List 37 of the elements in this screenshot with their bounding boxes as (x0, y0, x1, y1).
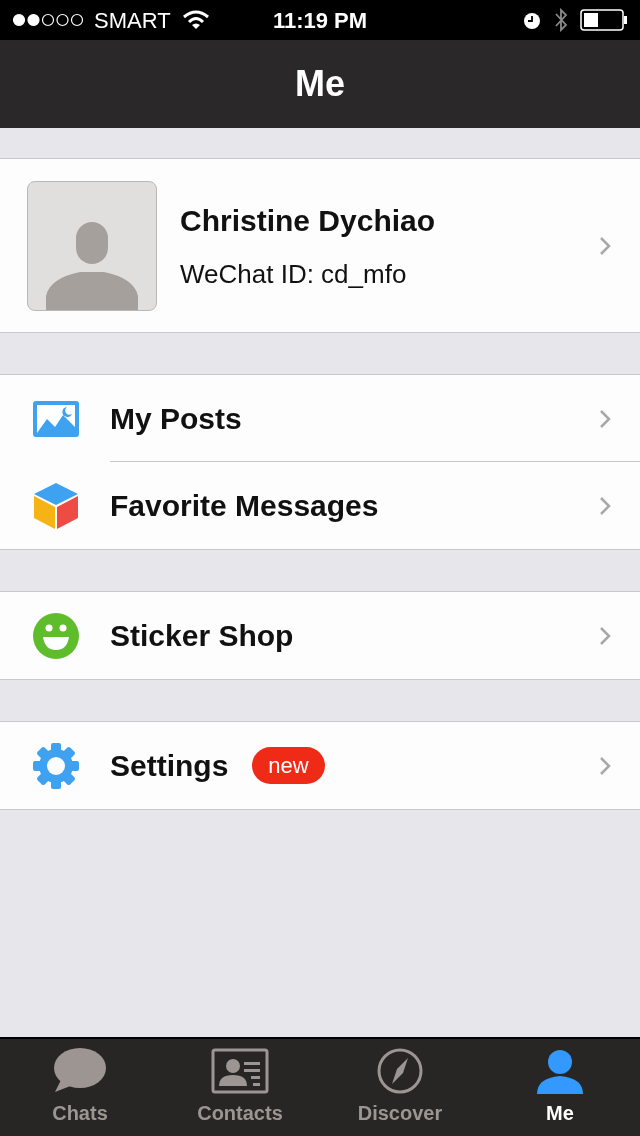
tab[interactable]: Discover (320, 1039, 480, 1136)
alarm-icon (522, 10, 542, 30)
profile-name: Christine Dychiao (180, 202, 437, 239)
settings-icon (33, 742, 79, 789)
picture-icon (33, 400, 79, 437)
menu-item[interactable]: Settings new (0, 722, 640, 809)
menu-label: Sticker Shop (110, 618, 294, 654)
menu-item[interactable]: My Posts (0, 375, 640, 462)
menu-label: My Posts (110, 401, 242, 437)
chevron-icon (598, 407, 612, 430)
smiley-icon (33, 612, 79, 659)
tab[interactable]: Contacts (160, 1039, 320, 1136)
wifi-icon (182, 10, 209, 30)
menu-item[interactable]: Sticker Shop (0, 592, 640, 679)
chat-bubble-icon (53, 1048, 107, 1094)
carrier-name: SMART (94, 6, 171, 35)
menu-label: Favorite Messages (110, 488, 379, 524)
chevron-icon (598, 494, 612, 517)
wechat-id: WeChat ID: cd_mfo (180, 257, 408, 291)
cube-icon (34, 482, 78, 529)
tab[interactable]: Me (480, 1039, 640, 1136)
clock-time: 11:19 PM (272, 6, 368, 35)
chevron-icon (598, 754, 612, 777)
chevron-icon (598, 624, 612, 647)
menu-label: Settings (110, 748, 229, 784)
chevron-icon (598, 234, 612, 257)
compass-icon (377, 1048, 423, 1094)
contact-card-icon (211, 1048, 269, 1094)
page-title: Me (295, 62, 345, 106)
signal-icon (12, 13, 86, 27)
menu-item[interactable]: Favorite Messages (0, 462, 640, 549)
profile-row[interactable]: Christine Dychiao WeChat ID: cd_mfo (0, 158, 640, 333)
battery-icon (580, 9, 628, 31)
tab[interactable]: Chats (0, 1039, 160, 1136)
person-icon (537, 1048, 583, 1094)
new-badge: new (252, 747, 325, 784)
bluetooth-icon (554, 8, 568, 32)
